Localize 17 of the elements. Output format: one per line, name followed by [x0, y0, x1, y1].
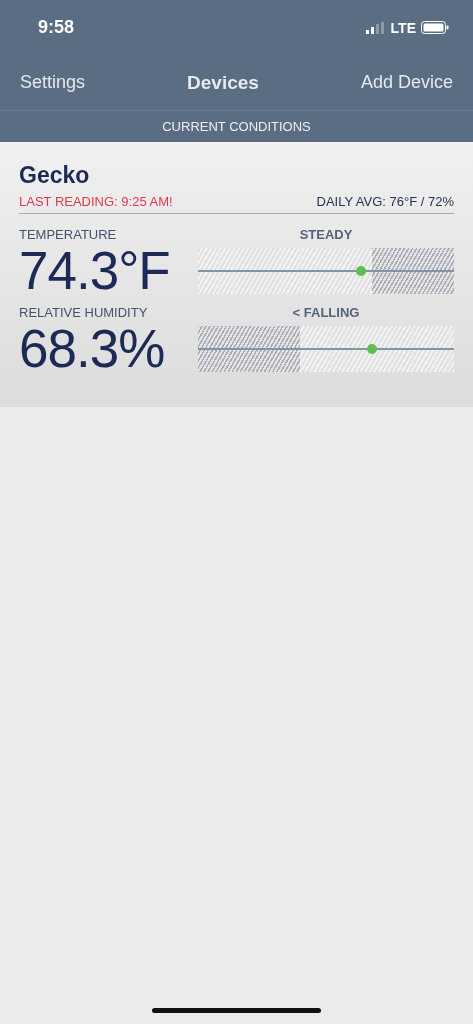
reading-label: RELATIVE HUMIDITY	[19, 305, 149, 320]
trend-label: STEADY	[299, 227, 353, 242]
settings-button[interactable]: Settings	[20, 72, 86, 93]
status-time: 9:58	[38, 17, 75, 38]
trend-label: < FALLING	[292, 305, 360, 320]
last-reading: LAST READING: 9:25 AM!	[19, 194, 173, 209]
section-header: CURRENT CONDITIONS	[161, 118, 312, 136]
reading-label: TEMPERATURE	[19, 227, 118, 242]
battery-icon	[421, 21, 449, 34]
network-label: LTE	[390, 19, 416, 36]
device-name: Gecko	[19, 162, 91, 189]
add-device-button[interactable]: Add Device	[360, 72, 453, 93]
reading-value: 68.3%	[19, 320, 166, 378]
daily-average: DAILY AVG: 76°F / 72%	[316, 194, 454, 209]
nav-title: Devices	[187, 71, 259, 94]
signal-icon	[365, 21, 386, 34]
reading-value: 74.3°F	[19, 242, 171, 300]
